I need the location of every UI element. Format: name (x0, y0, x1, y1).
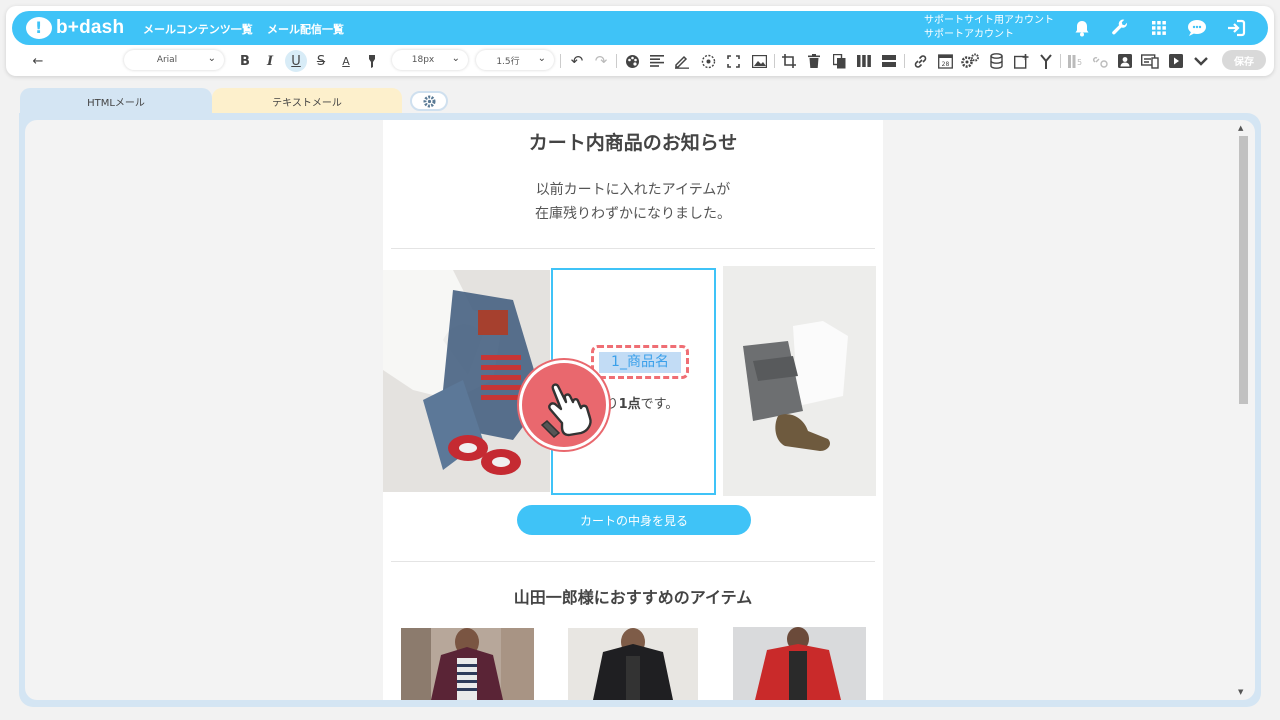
trash-icon[interactable] (804, 50, 824, 72)
svg-text:5: 5 (1077, 58, 1082, 67)
editor-canvas[interactable]: カート内商品のお知らせ 以前カートに入れたアイテムが 在庫残りわずかになりました… (25, 120, 1255, 700)
view-cart-button[interactable]: カートの中身を見る (517, 505, 751, 535)
redo-icon[interactable]: ↷ (591, 50, 611, 72)
preview-devices-icon[interactable] (1140, 50, 1162, 72)
product-name[interactable]: 1_商品名 (599, 352, 681, 373)
vertical-scrollbar[interactable]: ▲ ▼ (1235, 124, 1249, 696)
pen-icon[interactable] (672, 50, 692, 72)
mail-preview: カート内商品のお知らせ 以前カートに入れたアイテムが 在庫残りわずかになりました… (383, 120, 883, 700)
account-name: サポートアカウント (924, 29, 1014, 40)
pointer-hand-overlay (519, 360, 609, 450)
italic-icon[interactable]: I (261, 50, 279, 72)
ab-test-icon[interactable]: 5 (1065, 50, 1085, 72)
font-size-value: 18px (411, 55, 435, 65)
nav-mail-deliveries[interactable]: メール配信一覧 (267, 21, 344, 37)
chat-icon[interactable] (1186, 17, 1208, 39)
font-family-value: Arial (156, 55, 178, 65)
grid-icon[interactable] (1148, 17, 1170, 39)
copy-icon[interactable] (829, 50, 849, 72)
highlight-icon[interactable] (363, 50, 381, 72)
scroll-thumb[interactable] (1239, 136, 1248, 404)
palette-icon[interactable] (622, 50, 642, 72)
tab-html-mail[interactable]: HTMLメール (20, 88, 212, 114)
undo-icon[interactable]: ↶ (567, 50, 587, 72)
crop-icon[interactable] (779, 50, 799, 72)
logo-text: b+dash (56, 17, 125, 38)
recommend-photo-3[interactable] (733, 627, 866, 700)
chevron-down-icon: ⌄ (451, 53, 460, 64)
toolbar-divider (774, 54, 775, 68)
fullscreen-icon[interactable] (723, 50, 743, 72)
columns-icon[interactable] (854, 50, 874, 72)
database-icon[interactable] (986, 50, 1006, 72)
recommend-photo-2[interactable] (568, 628, 698, 700)
divider (391, 561, 875, 562)
chevron-down-icon: ⌄ (207, 53, 216, 64)
chevron-down-icon[interactable] (1191, 50, 1211, 72)
product-photo-right[interactable] (723, 266, 876, 496)
font-size-select[interactable]: 18px ⌄ (392, 50, 468, 70)
link-icon[interactable] (910, 50, 930, 72)
contact-card-icon[interactable] (1115, 50, 1135, 72)
mail-lead-line-2: 在庫残りわずかになりました。 (535, 206, 731, 222)
logout-icon[interactable] (1225, 17, 1247, 39)
add-block-icon[interactable] (1011, 50, 1031, 72)
account-info[interactable]: サポートサイト用アカウント サポートアカウント (924, 14, 1054, 42)
mail-lead-line-1: 以前カートに入れたアイテムが (535, 182, 731, 198)
app-header: b+dash メールコンテンツ一覧 メール配信一覧 サポートサイト用アカウント … (6, 6, 1274, 76)
gear-icon (423, 95, 435, 107)
tab-settings[interactable] (410, 91, 448, 111)
nav-mail-contents[interactable]: メールコンテンツ一覧 (143, 21, 253, 37)
html-editor: カート内商品のお知らせ 以前カートに入れたアイテムが 在庫残りわずかになりました… (19, 113, 1261, 707)
svg-text:28: 28 (941, 61, 949, 68)
play-icon[interactable] (1166, 50, 1186, 72)
mail-title[interactable]: カート内商品のお知らせ (383, 128, 883, 155)
editor-toolbar: ← Arial ⌄ B I U S A 18px ⌄ 1.5行 ⌄ ↶ ↷ 28… (12, 48, 1268, 74)
rows-icon[interactable] (879, 50, 899, 72)
scroll-down-arrow-icon[interactable]: ▼ (1238, 688, 1243, 696)
scroll-up-arrow-icon[interactable]: ▲ (1238, 124, 1243, 132)
line-height-select[interactable]: 1.5行 ⌄ (476, 50, 554, 70)
logo-bubble-icon (26, 17, 52, 39)
chevron-down-icon: ⌄ (537, 53, 546, 64)
branch-icon[interactable] (1036, 50, 1056, 72)
toolbar-divider (616, 54, 617, 68)
logo[interactable]: b+dash (26, 15, 124, 41)
bold-icon[interactable]: B (236, 50, 254, 72)
mail-lead[interactable]: 以前カートに入れたアイテムが 在庫残りわずかになりました。 (383, 178, 883, 226)
font-family-select[interactable]: Arial ⌄ (124, 50, 224, 70)
font-color-icon[interactable]: A (337, 50, 355, 72)
link-settings-icon[interactable] (1090, 50, 1110, 72)
top-bar: b+dash メールコンテンツ一覧 メール配信一覧 サポートサイト用アカウント … (12, 11, 1268, 45)
stock-suffix: です。 (640, 397, 679, 412)
wrench-icon[interactable] (1109, 17, 1131, 39)
underline-icon[interactable]: U (285, 50, 307, 72)
save-button[interactable]: 保存 (1222, 50, 1266, 70)
pointing-hand-icon (540, 383, 592, 439)
account-site: サポートサイト用アカウント (924, 15, 1054, 26)
line-height-value: 1.5行 (496, 56, 520, 67)
back-arrow-icon[interactable]: ← (28, 50, 48, 72)
toolbar-divider (904, 54, 905, 68)
recommend-photo-1[interactable] (401, 628, 534, 700)
tab-text-mail[interactable]: テキストメール (212, 88, 402, 114)
target-icon[interactable] (698, 50, 718, 72)
settings-gears-icon[interactable] (959, 50, 981, 72)
align-icon[interactable] (647, 50, 667, 72)
toolbar-divider (560, 54, 561, 68)
calendar-icon[interactable]: 28 (935, 50, 955, 72)
recommend-title[interactable]: 山田一郎様におすすめのアイテム (383, 584, 883, 608)
strikethrough-icon[interactable]: S (312, 50, 330, 72)
divider (391, 248, 875, 249)
toolbar-divider (1060, 54, 1061, 68)
bell-icon[interactable] (1071, 17, 1093, 39)
image-icon[interactable] (749, 50, 769, 72)
stock-count: 1点 (618, 397, 641, 412)
